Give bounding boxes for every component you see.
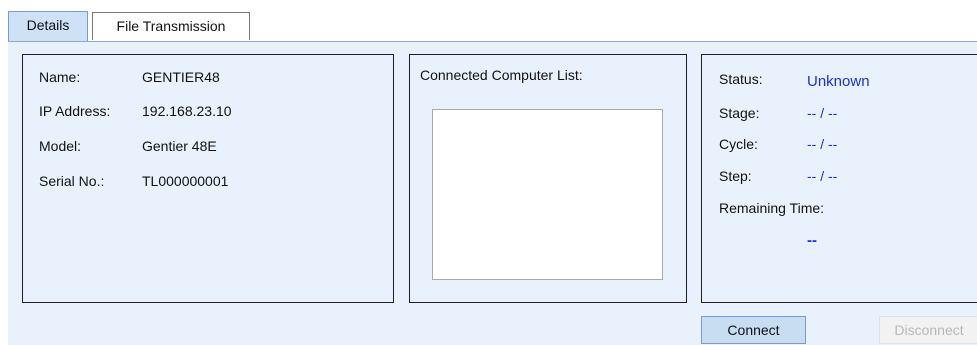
step-value: -- / -- bbox=[807, 168, 838, 184]
tab-bar: Details File Transmission bbox=[0, 0, 977, 42]
connect-button[interactable]: Connect bbox=[701, 316, 806, 344]
status-label: Status: bbox=[719, 71, 763, 87]
cycle-value: -- / -- bbox=[807, 136, 838, 152]
stage-label: Stage: bbox=[719, 105, 760, 121]
name-label: Name: bbox=[39, 69, 81, 85]
ip-address-value: 192.168.23.10 bbox=[142, 103, 232, 119]
remaining-time-label: Remaining Time: bbox=[719, 200, 825, 216]
connected-computer-list-title: Connected Computer List: bbox=[420, 67, 583, 83]
cycle-label: Cycle: bbox=[719, 136, 758, 152]
serial-number-label: Serial No.: bbox=[39, 173, 105, 189]
device-info-panel: Name: GENTIER48 IP Address: 192.168.23.1… bbox=[22, 54, 394, 303]
name-value: GENTIER48 bbox=[142, 69, 220, 85]
disconnect-button[interactable]: Disconnect bbox=[879, 316, 977, 344]
stage-value: -- / -- bbox=[807, 105, 838, 121]
serial-number-value: TL000000001 bbox=[142, 173, 229, 189]
model-label: Model: bbox=[39, 138, 82, 154]
ip-address-label: IP Address: bbox=[39, 103, 111, 119]
tab-file-transmission[interactable]: File Transmission bbox=[92, 12, 250, 40]
run-status-panel: Status: Unknown Stage: -- / -- Cycle: --… bbox=[701, 54, 977, 303]
model-value: Gentier 48E bbox=[142, 138, 217, 154]
tab-details[interactable]: Details bbox=[8, 11, 88, 41]
connected-computer-list[interactable] bbox=[432, 109, 663, 280]
remaining-time-value: -- bbox=[807, 232, 817, 249]
status-value: Unknown bbox=[807, 73, 870, 90]
step-label: Step: bbox=[719, 168, 752, 184]
connected-computers-panel: Connected Computer List: bbox=[409, 54, 687, 303]
details-content: Name: GENTIER48 IP Address: 192.168.23.1… bbox=[8, 41, 977, 345]
